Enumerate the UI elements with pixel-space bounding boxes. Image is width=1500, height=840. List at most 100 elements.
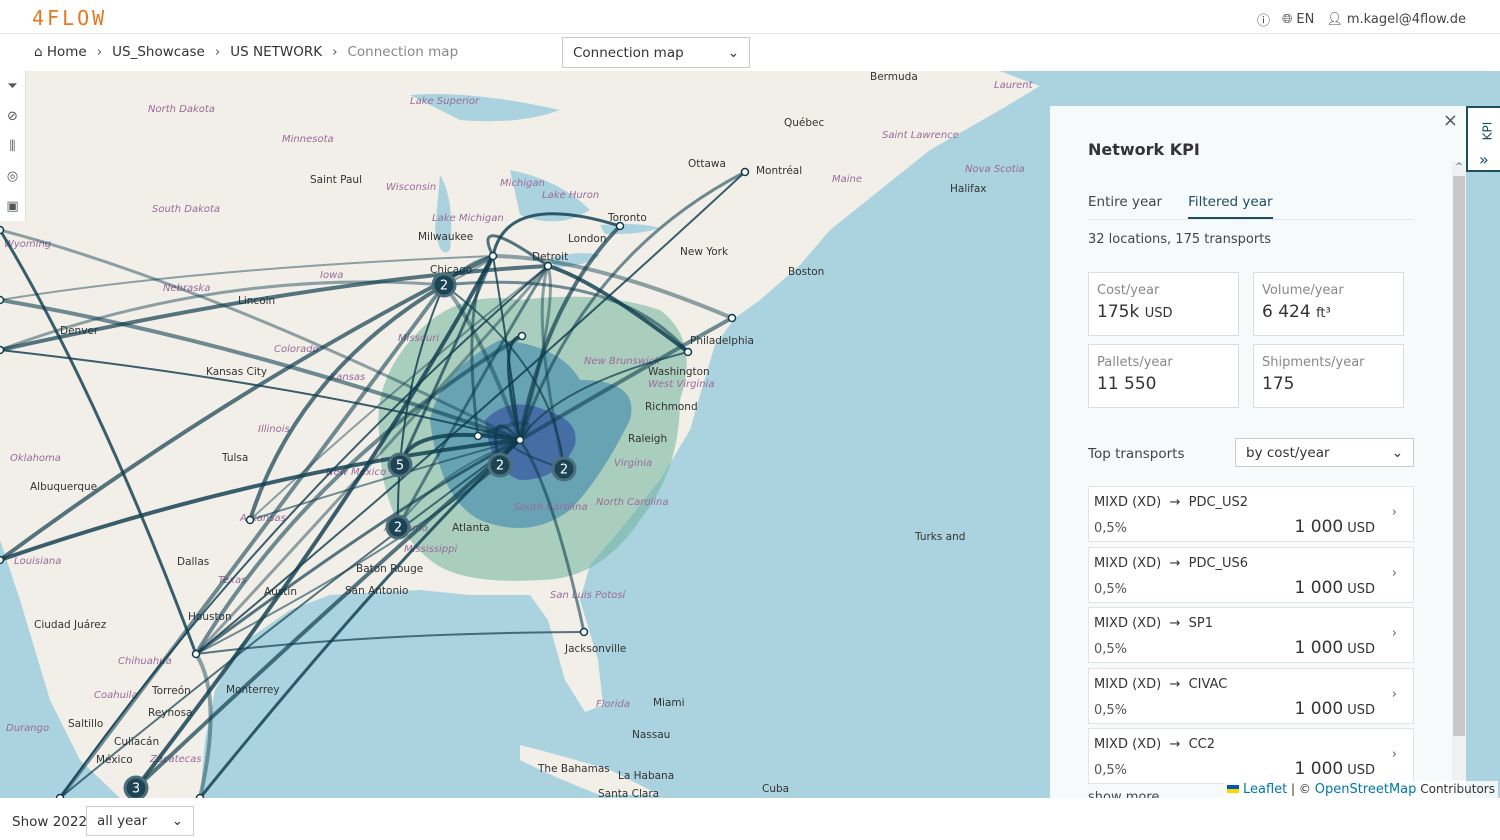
map-label: Wisconsin [386, 182, 436, 193]
transport-row[interactable]: MIXD (XD) → PDC_US6 0,5% 1 000 USD › [1088, 546, 1414, 603]
location-marker[interactable] [191, 649, 201, 659]
location-marker[interactable] [245, 515, 255, 525]
location-marker[interactable] [579, 627, 589, 637]
map-label: Iowa [320, 270, 343, 281]
map-label: Laurent [994, 80, 1034, 91]
kpi-value: 11 550 [1097, 374, 1157, 394]
kpi-side-tab[interactable]: KPI » [1466, 106, 1500, 172]
map-label: Nova Scotia [965, 164, 1025, 175]
scrollbar-thumb[interactable] [1453, 176, 1465, 736]
location-marker[interactable] [515, 435, 525, 445]
breadcrumb-showcase[interactable]: US_Showcase [112, 44, 205, 60]
leaflet-link[interactable]: Leaflet [1243, 782, 1287, 797]
breadcrumb-home[interactable]: ⌂ Home [34, 44, 87, 60]
ukraine-flag-icon [1227, 785, 1240, 793]
osm-link[interactable]: OpenStreetMap [1315, 782, 1417, 797]
map-label: West Virginia [648, 379, 714, 390]
camera-icon[interactable]: ▣ [6, 199, 18, 214]
location-marker[interactable] [473, 431, 483, 441]
transport-amount: 1 000 USD [1294, 517, 1375, 537]
chevron-right-icon: › [96, 44, 103, 60]
top-bar: 4FLOW ⓘ 🌐︎ EN 👤︎ m.kagel@4flow.de [0, 0, 1500, 34]
transport-amount: 1 000 USD [1294, 638, 1375, 658]
kpi-label: Cost/year [1097, 283, 1160, 298]
map-label: San Luis Potosí [550, 589, 626, 601]
transport-share: 0,5% [1094, 702, 1128, 718]
period-select[interactable]: all year ⌄ [86, 806, 194, 836]
show-more-link[interactable]: show more [1088, 790, 1159, 798]
location-marker[interactable] [683, 347, 693, 357]
map-label: London [568, 233, 607, 245]
map-label: Washington [648, 366, 710, 378]
breadcrumb-current: Connection map [347, 44, 459, 60]
map-label: Miami [653, 697, 685, 709]
location-marker[interactable] [543, 261, 553, 271]
kpi-label: Volume/year [1262, 283, 1344, 298]
double-chevron-right-icon[interactable]: » [1479, 150, 1489, 169]
map-label: Illinois [258, 424, 290, 435]
map-label: Saltillo [68, 718, 103, 730]
map-label: The Bahamas [537, 763, 610, 775]
cluster-count: 2 [394, 521, 402, 536]
location-marker[interactable] [0, 345, 5, 355]
map-label: Dallas [177, 556, 209, 568]
sliders-icon[interactable]: ⫼ [10, 139, 16, 154]
panel-scrollbar[interactable]: ^ [1452, 162, 1466, 780]
scroll-up-icon[interactable]: ^ [1452, 162, 1466, 172]
location-marker[interactable] [0, 295, 5, 305]
location-marker[interactable] [488, 251, 498, 261]
chevron-right-icon[interactable]: › [1392, 687, 1397, 702]
kpi-panel: × Network KPI Entire year Filtered year … [1050, 106, 1466, 798]
help-circle-icon[interactable]: ⓘ [1257, 10, 1270, 29]
map-label: Atlanta [452, 522, 490, 534]
map-label: Culiacán [114, 736, 159, 748]
view-select[interactable]: Connection map ⌄ [562, 37, 750, 68]
filter-icon[interactable]: ⏷ [7, 79, 17, 94]
transport-route: MIXD (XD) → CIVAC [1094, 676, 1228, 692]
chevron-right-icon[interactable]: › [1392, 505, 1397, 520]
transport-row[interactable]: MIXD (XD) → SP1 0,5% 1 000 USD › [1088, 607, 1414, 663]
map-label: Arkansas [239, 513, 286, 524]
map-label: Florida [596, 699, 630, 710]
sort-select[interactable]: by cost/year ⌄ [1235, 438, 1414, 467]
transport-amount: 1 000 USD [1294, 577, 1375, 598]
map-label: Bermuda [870, 71, 918, 83]
map-label: North Dakota [148, 104, 215, 115]
transport-row[interactable]: MIXD (XD) → CIVAC 0,5% 1 000 USD › [1088, 667, 1414, 724]
language-button[interactable]: 🌐︎ EN [1282, 12, 1314, 27]
chevron-right-icon: › [332, 44, 338, 60]
map-label: Turks and [914, 531, 965, 543]
location-pin-icon[interactable]: ◎ [7, 169, 18, 184]
arrow-right-icon: → [1169, 495, 1181, 510]
tab-entire-year[interactable]: Entire year [1088, 194, 1162, 219]
transport-row[interactable]: MIXD (XD) → PDC_US2 0,5% 1 000 USD › [1088, 486, 1414, 542]
arrow-right-icon: → [1169, 555, 1181, 571]
eye-off-icon[interactable]: ⊘ [7, 109, 18, 124]
transport-row[interactable]: MIXD (XD) → CC2 0,5% 1 000 USD › [1088, 728, 1414, 784]
kpi-card: Pallets/year 11 550 [1088, 344, 1239, 408]
close-icon[interactable]: × [1443, 110, 1458, 131]
location-marker[interactable] [0, 225, 5, 235]
logo[interactable]: 4FLOW [32, 6, 107, 30]
chevron-right-icon[interactable]: › [1392, 747, 1397, 762]
user-menu[interactable]: 👤︎ m.kagel@4flow.de [1326, 12, 1466, 27]
tab-filtered-year[interactable]: Filtered year [1188, 194, 1273, 219]
map-label: Jacksonville [564, 643, 626, 655]
map-attribution: Leaflet | © OpenStreetMap Contributors [1224, 781, 1498, 798]
transport-route: MIXD (XD) → PDC_US2 [1094, 495, 1249, 510]
chevron-right-icon[interactable]: › [1392, 626, 1397, 641]
location-marker[interactable] [740, 167, 750, 177]
location-marker[interactable] [615, 221, 625, 231]
chevron-right-icon[interactable]: › [1392, 566, 1397, 581]
arrow-right-icon: → [1169, 616, 1181, 631]
location-marker[interactable] [517, 331, 527, 341]
location-marker[interactable] [0, 555, 5, 565]
breadcrumb-network[interactable]: US NETWORK [230, 44, 322, 60]
network-summary: 32 locations, 175 transports [1088, 232, 1272, 247]
transport-share: 0,5% [1094, 581, 1128, 597]
map-label: Halifax [950, 183, 987, 195]
chevron-down-icon: ⌄ [1391, 444, 1403, 461]
location-marker[interactable] [727, 313, 737, 323]
map-label: Maine [832, 174, 862, 185]
arrow-right-icon: → [1169, 676, 1181, 692]
